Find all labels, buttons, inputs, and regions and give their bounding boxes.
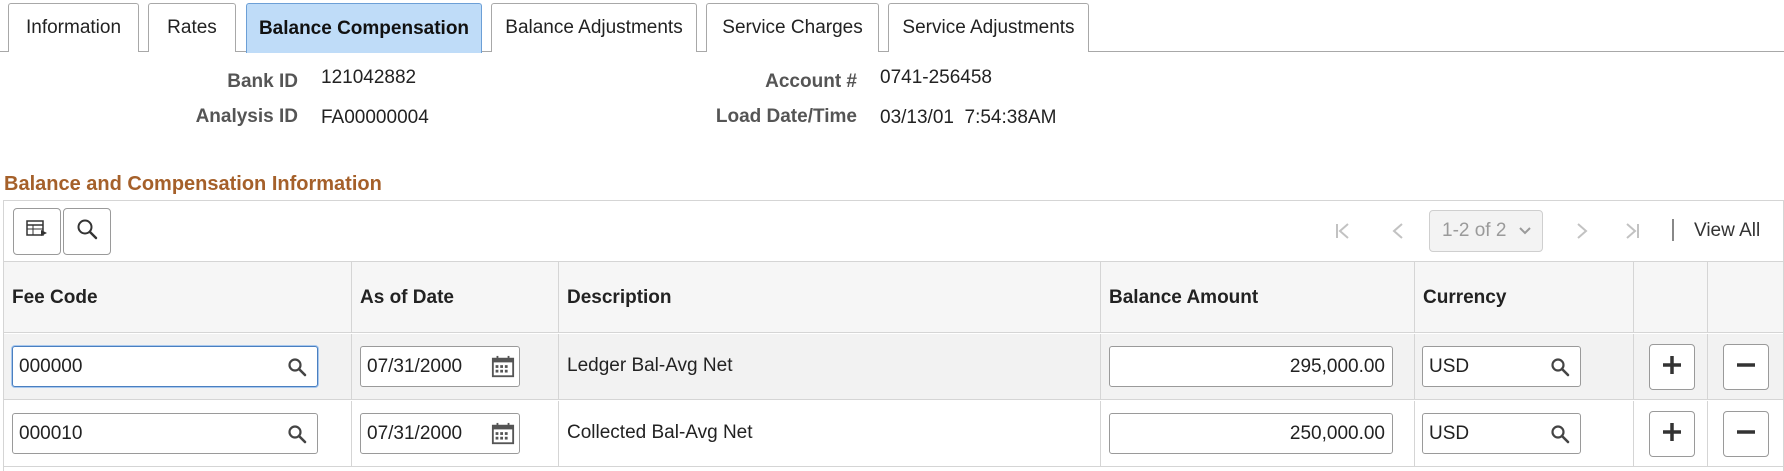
balance-amount-value: 250,000.00	[1289, 422, 1385, 444]
balance-amount-input[interactable]: 250,000.00	[1109, 413, 1393, 454]
delete-row-icon	[1735, 421, 1757, 448]
grid-personalize-icon	[26, 219, 48, 244]
tab-balance-adjustments[interactable]: Balance Adjustments	[491, 3, 697, 52]
page-selector[interactable]: 1-2 of 2	[1429, 210, 1543, 252]
as-of-date-input[interactable]: 07/31/2000	[360, 413, 520, 454]
section-title: Balance and Compensation Information	[4, 173, 382, 195]
description-value: Ledger Bal-Avg Net	[567, 355, 733, 376]
lookup-icon[interactable]	[285, 355, 309, 379]
account-value: 0741-256458	[880, 67, 992, 88]
col-header-description[interactable]: Description	[559, 262, 1101, 333]
tab-information[interactable]: Information	[8, 3, 139, 52]
tab-rates[interactable]: Rates	[148, 3, 236, 52]
fee-code-value: 000000	[19, 355, 83, 377]
fee-code-value: 000010	[19, 422, 83, 444]
as-of-date-value: 07/31/2000	[367, 355, 463, 377]
lookup-icon[interactable]	[285, 422, 309, 446]
delete-cell	[1708, 334, 1784, 400]
tab-label: Service Adjustments	[902, 17, 1075, 38]
col-header-currency[interactable]: Currency	[1415, 262, 1634, 333]
as-of-date-value: 07/31/2000	[367, 422, 463, 444]
delete-row-button[interactable]	[1723, 411, 1769, 457]
currency-input[interactable]: USD	[1422, 413, 1581, 454]
account-label: Account #	[765, 71, 857, 92]
delete-cell	[1708, 401, 1784, 467]
personalize-button[interactable]	[13, 208, 61, 255]
currency-value: USD	[1429, 355, 1470, 377]
find-icon	[76, 218, 98, 245]
table-row: 000010 07/31/2000 Collected Bal-Avg Net …	[4, 401, 1783, 467]
bank-id-label: Bank ID	[227, 71, 298, 92]
page-range: 1-2 of 2	[1442, 220, 1507, 241]
delete-row-icon	[1735, 354, 1757, 381]
last-page-icon[interactable]	[1620, 219, 1644, 243]
col-header-balance-amount[interactable]: Balance Amount	[1101, 262, 1415, 333]
tab-label: Information	[25, 17, 122, 38]
balance-amount-input[interactable]: 295,000.00	[1109, 346, 1393, 387]
tab-bar: Information Rates Balance Compensation B…	[0, 0, 1784, 53]
add-row-button[interactable]	[1649, 344, 1695, 390]
description-cell: Collected Bal-Avg Net	[559, 401, 1101, 467]
fee-code-cell: 000010	[4, 401, 352, 467]
delete-row-button[interactable]	[1723, 344, 1769, 390]
add-cell	[1634, 334, 1708, 400]
tab-balance-compensation[interactable]: Balance Compensation	[246, 3, 482, 53]
description-value: Collected Bal-Avg Net	[567, 422, 753, 443]
tab-service-charges[interactable]: Service Charges	[706, 3, 879, 52]
as-of-date-cell: 07/31/2000	[352, 334, 559, 400]
grid-toolbar: 1-2 of 2 View All	[4, 201, 1783, 262]
col-header-as-of-date[interactable]: As of Date	[352, 262, 559, 333]
lookup-icon[interactable]	[1548, 422, 1572, 446]
currency-input[interactable]: USD	[1422, 346, 1581, 387]
balance-amount-cell: 295,000.00	[1101, 334, 1415, 400]
toolbar-divider	[1672, 219, 1674, 241]
add-cell	[1634, 401, 1708, 467]
calendar-icon[interactable]	[491, 422, 515, 446]
first-page-icon[interactable]	[1331, 219, 1355, 243]
col-header-fee-code[interactable]: Fee Code	[4, 262, 352, 333]
analysis-id-value: FA00000004	[321, 107, 429, 128]
as-of-date-input[interactable]: 07/31/2000	[360, 346, 520, 387]
lookup-icon[interactable]	[1548, 355, 1572, 379]
fee-code-cell: 000000	[4, 334, 352, 400]
tab-label: Service Charges	[722, 17, 863, 38]
chevron-down-icon	[1518, 221, 1532, 247]
add-row-icon	[1661, 354, 1683, 381]
fee-code-input[interactable]: 000000	[12, 346, 318, 387]
col-header-add	[1634, 262, 1708, 333]
previous-page-icon[interactable]	[1386, 219, 1410, 243]
tab-label: Rates	[167, 17, 217, 38]
balance-amount-cell: 250,000.00	[1101, 401, 1415, 467]
find-button[interactable]	[63, 208, 111, 255]
add-row-button[interactable]	[1649, 411, 1695, 457]
load-date-value: 03/13/01 7:54:38AM	[880, 107, 1057, 128]
bank-id-value: 121042882	[321, 67, 417, 88]
tab-label: Balance Adjustments	[505, 17, 683, 38]
balance-amount-value: 295,000.00	[1289, 355, 1385, 377]
currency-cell: USD	[1415, 334, 1634, 400]
description-cell: Ledger Bal-Avg Net	[559, 334, 1101, 400]
table-row: 000000 07/31/2000 Ledger Bal-Avg Net 295…	[4, 334, 1783, 400]
currency-cell: USD	[1415, 401, 1634, 467]
tab-service-adjustments[interactable]: Service Adjustments	[888, 3, 1089, 52]
tab-label: Balance Compensation	[258, 17, 470, 39]
balance-grid: 1-2 of 2 View All Fee Code As of Date De…	[3, 200, 1784, 471]
calendar-icon[interactable]	[491, 355, 515, 379]
currency-value: USD	[1429, 422, 1470, 444]
view-all-link[interactable]: View All	[1694, 220, 1760, 242]
load-date-label: Load Date/Time	[715, 106, 857, 127]
col-header-delete	[1708, 262, 1784, 333]
as-of-date-cell: 07/31/2000	[352, 401, 559, 467]
fee-code-input[interactable]: 000010	[12, 413, 318, 454]
next-page-icon[interactable]	[1570, 219, 1594, 243]
grid-header-row: Fee Code As of Date Description Balance …	[4, 262, 1783, 333]
add-row-icon	[1661, 421, 1683, 448]
analysis-id-label: Analysis ID	[195, 106, 298, 127]
